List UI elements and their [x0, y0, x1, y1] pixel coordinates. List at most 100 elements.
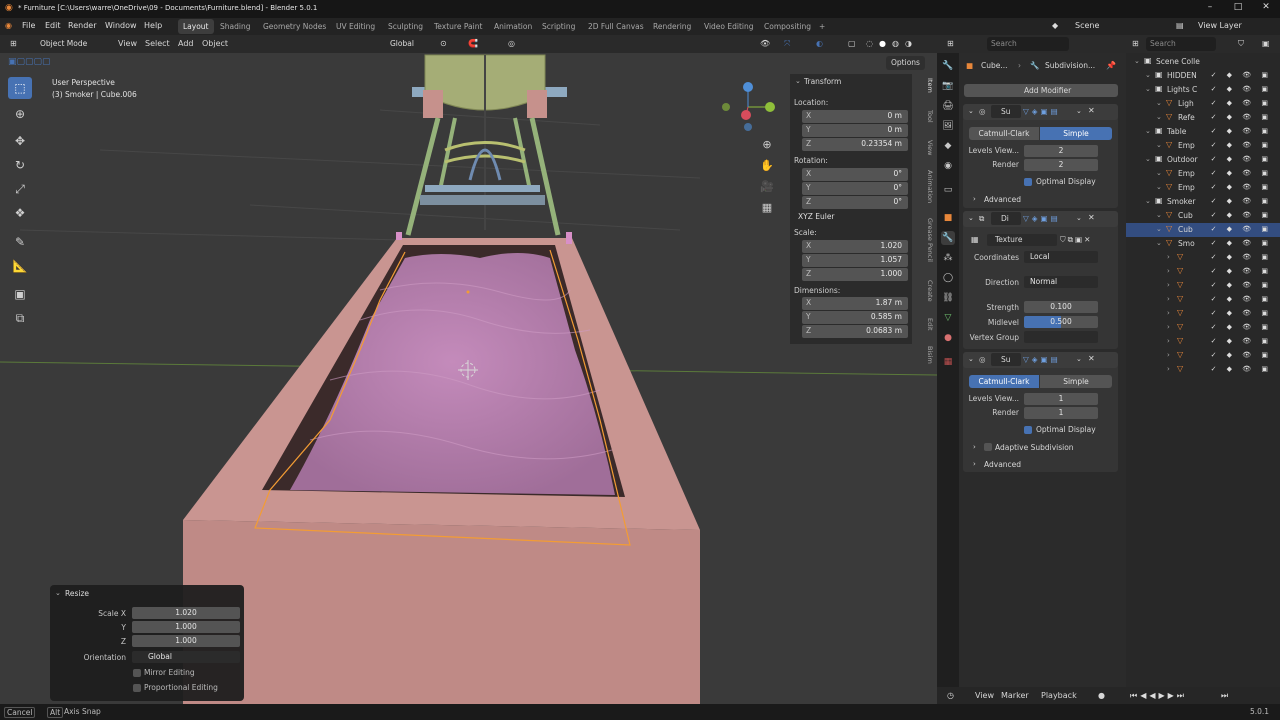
render-tab-icon[interactable]: 📷: [941, 79, 955, 93]
add-workspace-button[interactable]: +: [814, 19, 830, 34]
outliner-row[interactable]: ⌄ ▣ Smoker ✓ ◆ 👁 ▣: [1126, 195, 1280, 209]
rotation-mode-dropdown[interactable]: XYZ Euler: [794, 211, 910, 224]
editor-type-icon[interactable]: ⊞: [947, 39, 954, 48]
zoom-icon[interactable]: ⊕: [758, 136, 776, 154]
visibility-toggle-icons[interactable]: ✓ ◆ 👁 ▣: [1211, 323, 1272, 331]
visibility-toggle-icons[interactable]: ✓ ◆ 👁 ▣: [1211, 197, 1272, 205]
menu-render[interactable]: Render: [68, 21, 96, 30]
visibility-toggle-icons[interactable]: ✓ ◆ 👁 ▣: [1211, 365, 1272, 373]
expand-icon[interactable]: ›: [1167, 365, 1170, 373]
mode-dropdown[interactable]: Object Mode: [36, 37, 91, 51]
visibility-toggle-icons[interactable]: ✓ ◆ 👁 ▣: [1211, 71, 1272, 79]
expand-icon[interactable]: ⌄: [1156, 113, 1162, 121]
outliner-search-input[interactable]: Search: [1146, 37, 1216, 51]
close-button[interactable]: ✕: [1256, 2, 1276, 12]
dimensions-z-field[interactable]: Z 0.0683 m: [802, 325, 908, 338]
coordinates-dropdown[interactable]: Local: [1024, 251, 1098, 263]
tab-2d-full-canvas[interactable]: 2D Full Canvas: [583, 19, 649, 34]
annotate-tool[interactable]: ✎: [8, 231, 32, 253]
modifier-header[interactable]: ⌄ ◎ Su ▽◈▣▤ ⌄ ✕: [963, 352, 1118, 368]
menu-window[interactable]: Window: [105, 21, 137, 30]
collapse-icon[interactable]: ⌄: [55, 589, 61, 597]
dropdown-icon[interactable]: ⌄: [1076, 214, 1082, 222]
visibility-toggle-icons[interactable]: ✓ ◆ 👁 ▣: [1211, 113, 1272, 121]
outliner-row[interactable]: › ▽ ✓ ◆ 👁 ▣: [1126, 349, 1280, 363]
remove-modifier-icon[interactable]: ✕: [1088, 106, 1095, 115]
tab-edit[interactable]: Edit: [923, 318, 934, 331]
visibility-toggle-icons[interactable]: ✓ ◆ 👁 ▣: [1211, 351, 1272, 359]
texture-field[interactable]: Texture: [987, 234, 1057, 246]
gizmo-toggle-icon[interactable]: ⤧: [784, 39, 790, 49]
move-tool[interactable]: ✥: [8, 130, 32, 152]
record-icon[interactable]: ●: [1098, 691, 1105, 700]
tab-shading[interactable]: Shading: [215, 19, 255, 34]
visibility-icon[interactable]: 👁: [760, 39, 770, 48]
playback-controls[interactable]: ⏮◀◀▶▶⏭: [1130, 691, 1187, 701]
outliner-row[interactable]: › ▽ ✓ ◆ 👁 ▣: [1126, 363, 1280, 377]
tab-tool[interactable]: Tool: [923, 110, 934, 123]
tab-sculpting[interactable]: Sculpting: [383, 19, 428, 34]
levels-viewport-field[interactable]: 1: [1024, 393, 1098, 405]
add-modifier-button[interactable]: Add Modifier: [964, 84, 1118, 97]
world-tab-icon[interactable]: ◉: [941, 159, 955, 173]
material-shading-icon[interactable]: ◍: [892, 39, 899, 48]
simple-button[interactable]: Simple: [1040, 127, 1112, 140]
orientation-dropdown[interactable]: Global: [132, 651, 240, 663]
modifier-name-field[interactable]: Di: [991, 212, 1021, 225]
collection-tab-icon[interactable]: ▭: [941, 183, 955, 197]
expand-icon[interactable]: ⌄: [1145, 197, 1151, 205]
render-levels-field[interactable]: 1: [1024, 407, 1098, 419]
location-x-field[interactable]: X0 m: [802, 110, 908, 123]
modifier-tab-icon[interactable]: 🔧: [941, 231, 955, 245]
view-layer-tab-icon[interactable]: 🖼: [941, 119, 955, 133]
visibility-toggle-icons[interactable]: ✓ ◆ 👁 ▣: [1211, 183, 1272, 191]
pin-icon[interactable]: 📌: [1106, 61, 1116, 70]
midlevel-slider[interactable]: 0.500: [1024, 316, 1098, 328]
visibility-toggle-icons[interactable]: ✓ ◆ 👁 ▣: [1211, 127, 1272, 135]
outliner-row[interactable]: ⌄ ▣ HIDDEN ✓ ◆ 👁 ▣: [1126, 69, 1280, 83]
modifier-name-field[interactable]: Su: [991, 105, 1021, 118]
visibility-toggle-icons[interactable]: ✓ ◆ 👁 ▣: [1211, 267, 1272, 275]
timeline-menu-playback[interactable]: Playback: [1041, 691, 1077, 700]
visibility-toggle-icons[interactable]: ✓ ◆ 👁 ▣: [1211, 141, 1272, 149]
minimize-button[interactable]: –: [1200, 2, 1220, 12]
menu-help[interactable]: Help: [144, 21, 162, 30]
scene-name[interactable]: Scene: [1075, 21, 1099, 30]
expand-icon[interactable]: ›: [1167, 295, 1170, 303]
constraints-tab-icon[interactable]: ⛓: [941, 291, 955, 305]
tab-video-editing[interactable]: Video Editing: [699, 19, 759, 34]
expand-icon[interactable]: ›: [1167, 323, 1170, 331]
view-layer-name[interactable]: View Layer: [1198, 21, 1242, 30]
visibility-toggle-icons[interactable]: ✓ ◆ 👁 ▣: [1211, 309, 1272, 317]
tab-create[interactable]: Create: [923, 280, 934, 302]
filter-icon[interactable]: ⛉: [1238, 39, 1244, 49]
visibility-toggle-icons[interactable]: ✓ ◆ 👁 ▣: [1211, 239, 1272, 247]
scale-x-field[interactable]: X 1.020: [802, 240, 908, 253]
texture-action-icons[interactable]: ⛉⧉▣✕: [1060, 235, 1092, 245]
rotation-y-field[interactable]: Y 0°: [802, 182, 908, 195]
dimensions-y-field[interactable]: Y 0.585 m: [802, 311, 908, 324]
outliner-row[interactable]: ⌄ ▽ Emp ✓ ◆ 👁 ▣: [1126, 139, 1280, 153]
expand-icon[interactable]: ⌄: [1156, 211, 1162, 219]
outliner-row[interactable]: › ▽ ✓ ◆ 👁 ▣: [1126, 321, 1280, 335]
timeline-menu-marker[interactable]: Marker: [1001, 691, 1029, 700]
tab-compositing[interactable]: Compositing: [759, 19, 816, 34]
menu-edit[interactable]: Edit: [45, 21, 61, 30]
remove-modifier-icon[interactable]: ✕: [1088, 213, 1095, 222]
expand-icon[interactable]: ›: [973, 195, 976, 203]
expand-icon[interactable]: ⌄: [1145, 85, 1151, 93]
menu-add[interactable]: Add: [178, 39, 194, 48]
physics-tab-icon[interactable]: ◯: [941, 271, 955, 285]
ortho-grid-icon[interactable]: ▦: [758, 199, 776, 217]
expand-icon[interactable]: ›: [1167, 337, 1170, 345]
options-dropdown[interactable]: Options: [886, 56, 925, 70]
scale-y-field[interactable]: Y 1.057: [802, 254, 908, 267]
tab-view[interactable]: View: [923, 140, 934, 155]
location-z-field[interactable]: Z 0.23354 m: [802, 138, 908, 151]
location-y-field[interactable]: Y0 m: [802, 124, 908, 137]
transform-orientation-dropdown[interactable]: Global: [386, 37, 418, 51]
add-object-tool[interactable]: ⧉: [8, 307, 32, 329]
outliner-row[interactable]: ⌄ ▽ Refe ✓ ◆ 👁 ▣: [1126, 111, 1280, 125]
tab-texture-paint[interactable]: Texture Paint: [429, 19, 487, 34]
tab-grease-pencil[interactable]: Grease Pencil: [923, 218, 934, 262]
